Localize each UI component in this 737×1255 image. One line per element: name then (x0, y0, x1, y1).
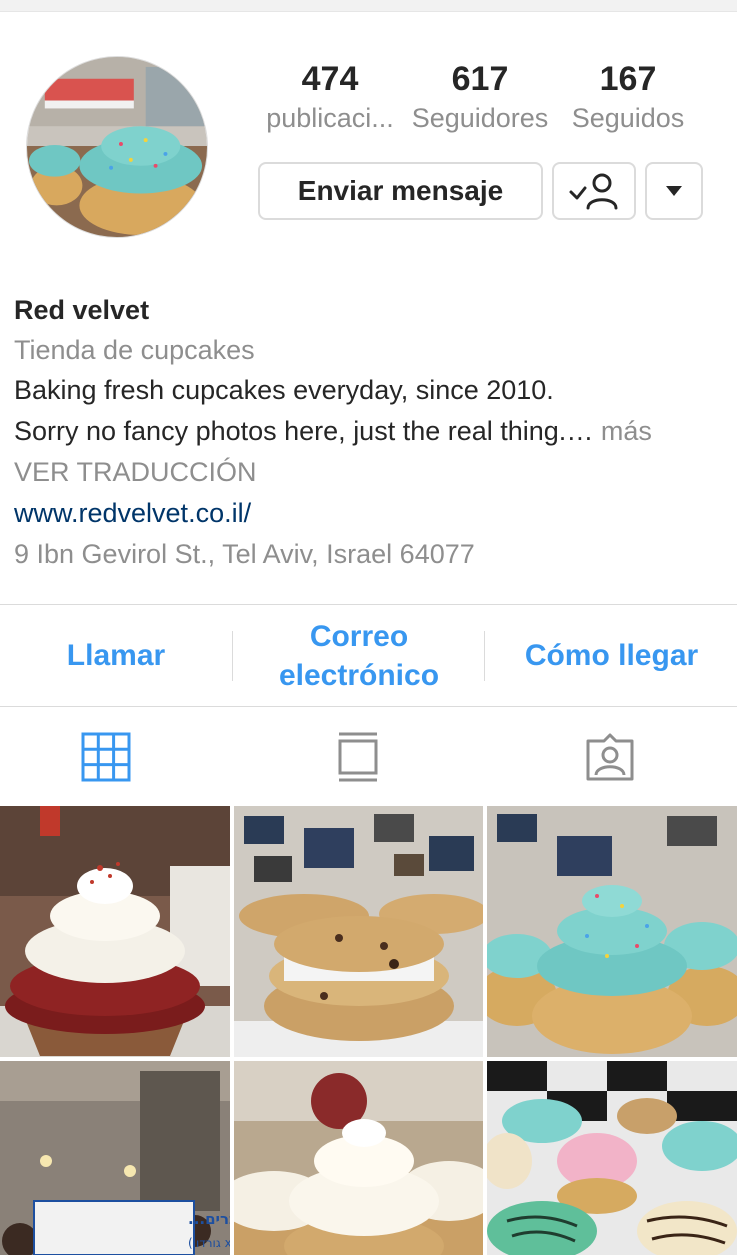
posts-grid: בקרוב עוברים... לדיזנגוף 134 (x גורדון) (0, 806, 737, 1255)
following-button[interactable] (552, 162, 636, 220)
profile-tabs (0, 708, 737, 806)
tab-tagged[interactable] (510, 708, 710, 806)
contact-bar: Llamar Correo electrónico Cómo llegar (0, 604, 737, 707)
post-image-vanilla-cupcakes (234, 1061, 483, 1255)
bio-line-2-text: Sorry no fancy photos here, just the rea… (14, 416, 594, 446)
contact-divider (232, 631, 233, 681)
more-options-button[interactable] (645, 162, 703, 220)
shop-sign-line-2: לדיזנגוף 134 (x גורדון) (188, 1236, 230, 1250)
call-button[interactable]: Llamar (0, 605, 232, 706)
followers-count: 617 (451, 60, 509, 98)
avatar-cupcake-image (27, 57, 207, 237)
stat-followers[interactable]: 617 Seguidores (406, 58, 554, 136)
tab-feed[interactable] (262, 708, 454, 806)
bio-more-link[interactable]: más (593, 416, 652, 446)
post-image-shop-window-sign: בקרוב עוברים... לדיזנגוף 134 (x גורדון) (0, 1061, 230, 1255)
website-link[interactable]: www.redvelvet.co.il/ (14, 492, 724, 534)
profile-name: Red velvet (14, 295, 150, 325)
stat-posts[interactable]: 474 publicaci... (256, 58, 404, 136)
post-thumbnail[interactable] (487, 806, 737, 1057)
stat-following[interactable]: 167 Seguidos (564, 58, 692, 136)
post-thumbnail[interactable]: בקרוב עוברים... לדיזנגוף 134 (x גורדון) (0, 1061, 230, 1255)
shop-sign-line-1: בקרוב עוברים... (188, 1210, 230, 1228)
see-translation-link[interactable]: VER TRADUCCIÓN (14, 452, 724, 492)
tagged-icon (586, 733, 634, 781)
directions-button[interactable]: Cómo llegar (486, 605, 737, 706)
profile-bio: Red velvet Tienda de cupcakes Baking fre… (14, 290, 724, 574)
post-image-cookies (234, 806, 483, 1057)
email-button[interactable]: Correo electrónico (234, 605, 484, 706)
email-label-line-1: Correo (309, 619, 409, 653)
post-image-assorted-cupcakes (487, 1061, 737, 1255)
caret-down-icon (666, 186, 682, 196)
followers-label: Seguidores (411, 103, 549, 133)
profile-avatar[interactable] (26, 56, 208, 238)
following-check-icon (569, 173, 618, 210)
grid-icon (81, 732, 131, 782)
address-text[interactable]: 9 Ibn Gevirol St., Tel Aviv, Israel 6407… (14, 534, 724, 574)
post-thumbnail[interactable] (0, 806, 230, 1057)
profile-stats: 474 publicaci... 617 Seguidores 167 Segu… (250, 58, 710, 148)
tab-grid[interactable] (0, 708, 212, 806)
bio-line-2: Sorry no fancy photos here, just the rea… (14, 411, 724, 452)
posts-count: 474 (301, 60, 359, 98)
contact-divider (484, 631, 485, 681)
feed-icon (338, 732, 378, 782)
post-thumbnail[interactable] (234, 1061, 483, 1255)
send-message-button[interactable]: Enviar mensaje (258, 162, 543, 220)
status-bar-divider (0, 0, 737, 12)
post-image-red-velvet-cupcake (0, 806, 230, 1057)
following-count: 167 (599, 60, 657, 98)
bio-line-1: Baking fresh cupcakes everyday, since 20… (14, 375, 554, 405)
following-label: Seguidos (571, 103, 685, 133)
post-thumbnail[interactable] (234, 806, 483, 1057)
posts-label: publicaci... (266, 103, 394, 133)
profile-category: Tienda de cupcakes (14, 335, 255, 365)
email-label-line-2: electrónico (278, 658, 440, 692)
post-image-mint-cupcakes (487, 806, 737, 1057)
post-thumbnail[interactable] (487, 1061, 737, 1255)
